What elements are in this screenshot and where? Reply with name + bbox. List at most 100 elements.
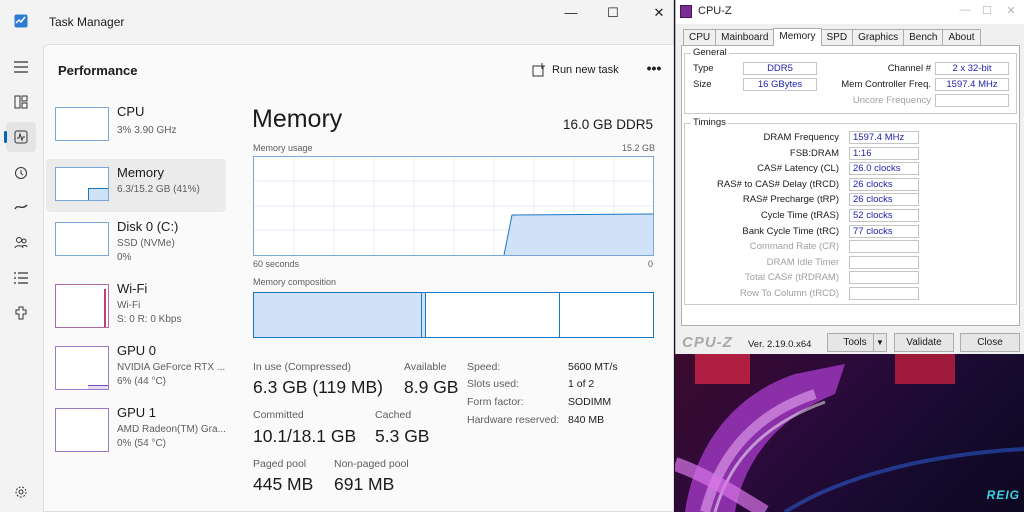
cpuz-tab-bar: CPU Mainboard Memory SPD Graphics Bench … — [683, 28, 981, 46]
committed-label: Committed — [253, 409, 304, 421]
details-icon[interactable] — [6, 263, 36, 293]
device-name: Disk 0 (C:) — [117, 219, 179, 234]
memory-composition-label: Memory composition — [253, 277, 337, 287]
cpuz-maximize-button[interactable]: ☐ — [976, 4, 998, 17]
close-button[interactable]: Close — [960, 333, 1020, 352]
hardware-reserved-value: 840 MB — [568, 414, 605, 426]
run-new-task-button[interactable]: Run new task — [532, 59, 619, 81]
gpu0-thumbnail-graph — [55, 346, 109, 390]
channel-label: Channel # — [887, 63, 931, 74]
services-icon[interactable] — [6, 298, 36, 328]
device-name: CPU — [117, 104, 145, 119]
device-detail: 0% — [117, 252, 132, 263]
tab-graphics[interactable]: Graphics — [852, 29, 905, 46]
device-detail: 3% 3.90 GHz — [117, 125, 177, 136]
timing-label: DRAM Frequency — [763, 132, 840, 143]
size-value: 16 GBytes — [743, 78, 817, 91]
timing-value: 52 clocks — [849, 209, 919, 222]
cpuz-window: CPU-Z — ☐ ✕ CPU Mainboard Memory SPD Gra… — [675, 0, 1024, 354]
size-label: Size — [693, 79, 712, 90]
tools-dropdown-icon[interactable]: ▼ — [873, 333, 887, 352]
device-name: Memory — [117, 165, 164, 180]
timing-value — [849, 271, 919, 285]
memory-thumbnail-graph — [55, 167, 109, 201]
device-item-wifi[interactable]: Wi-Fi Wi-Fi S: 0 R: 0 Kbps — [46, 274, 226, 336]
timing-value — [849, 287, 919, 300]
settings-icon[interactable] — [6, 477, 36, 507]
timing-label: CAS# Latency (CL) — [757, 163, 839, 175]
cpuz-window-title: CPU-Z — [698, 5, 732, 17]
in-use-label: In use (Compressed) — [253, 361, 352, 373]
general-group: General Type DDR5 Size 16 GBytes Channel… — [684, 47, 1017, 114]
processes-icon[interactable] — [6, 87, 36, 117]
task-manager-window: Task Manager — ☐ ✕ Performance Run new t… — [0, 0, 674, 512]
composition-in-use — [254, 293, 422, 337]
app-history-icon[interactable] — [6, 158, 36, 188]
memory-composition-bar[interactable] — [253, 292, 654, 338]
speed-value: 5600 MT/s — [568, 361, 618, 373]
disk-thumbnail-graph — [55, 222, 109, 256]
timing-value: 1597.4 MHz — [849, 131, 919, 144]
device-item-memory[interactable]: Memory 6.3/15.2 GB (41%) — [46, 159, 226, 212]
users-icon[interactable] — [6, 227, 36, 257]
device-list: CPU 3% 3.90 GHz Memory 6.3/15.2 GB (41%)… — [46, 97, 228, 460]
uncore-frequency-label: Uncore Frequency — [852, 95, 931, 106]
tab-bench[interactable]: Bench — [903, 29, 944, 46]
mem-controller-freq-value: 1597.4 MHz — [935, 78, 1009, 91]
validate-button[interactable]: Validate — [894, 333, 954, 352]
timing-label: DRAM Idle Timer — [766, 256, 839, 268]
cpuz-title-bar[interactable]: CPU-Z — ☐ ✕ — [676, 0, 1024, 24]
channel-value: 2 x 32-bit — [935, 62, 1009, 75]
cached-label: Cached — [375, 409, 412, 421]
device-detail: 6.3/15.2 GB (41%) — [117, 184, 200, 195]
performance-panel: Performance Run new task ••• CPU 3% 3.90… — [43, 44, 674, 512]
tab-about[interactable]: About — [942, 29, 981, 46]
task-manager-app-icon — [14, 14, 28, 28]
title-bar[interactable]: Task Manager — ☐ ✕ — [0, 0, 674, 44]
device-item-gpu1[interactable]: GPU 1 AMD Radeon(TM) Gra... 0% (54 °C) — [46, 398, 226, 460]
cached-value: 5.3 GB — [375, 426, 430, 446]
timing-label: Row To Column (tRCD) — [739, 288, 839, 299]
timing-label: Total CAS# (tRDRAM) — [745, 272, 839, 284]
hamburger-icon[interactable] — [6, 52, 36, 82]
memory-title: Memory — [252, 105, 343, 133]
device-item-gpu0[interactable]: GPU 0 NVIDIA GeForce RTX ... 6% (44 °C) — [46, 336, 226, 398]
minimize-button[interactable]: — — [548, 4, 594, 22]
cpu-thumbnail-graph — [55, 107, 109, 141]
wallpaper-logo-text: REIG — [986, 488, 1020, 502]
time-axis-start: 60 seconds — [253, 259, 300, 269]
memory-usage-graph — [253, 156, 654, 256]
tab-mainboard[interactable]: Mainboard — [715, 29, 775, 46]
cpuz-app-icon — [680, 5, 692, 18]
uncore-frequency-value — [935, 94, 1009, 107]
gpu1-thumbnail-graph — [55, 408, 109, 452]
window-title: Task Manager — [49, 15, 125, 29]
timing-label: Cycle Time (tRAS) — [760, 210, 839, 221]
mem-controller-freq-label: Mem Controller Freq. — [841, 79, 931, 90]
more-options-button[interactable]: ••• — [642, 59, 666, 81]
timing-value: 1:16 — [849, 146, 919, 160]
cpuz-minimize-button[interactable]: — — [954, 4, 976, 16]
timing-label: RAS# Precharge (tRP) — [742, 194, 839, 206]
hardware-reserved-label: Hardware reserved: — [467, 414, 560, 426]
device-name: GPU 1 — [117, 405, 157, 420]
maximize-button[interactable]: ☐ — [590, 4, 636, 22]
performance-icon[interactable] — [4, 122, 36, 152]
device-item-disk[interactable]: Disk 0 (C:) SSD (NVMe) 0% — [46, 212, 226, 274]
tab-cpu[interactable]: CPU — [683, 29, 717, 46]
in-use-value: 6.3 GB (119 MB) — [253, 377, 384, 397]
timing-label: FSB:DRAM — [789, 147, 839, 159]
committed-value: 10.1/18.1 GB — [253, 426, 357, 446]
tab-spd[interactable]: SPD — [820, 29, 854, 46]
timing-value — [849, 255, 919, 269]
startup-apps-icon[interactable] — [6, 192, 36, 222]
paged-pool-value: 445 MB — [253, 474, 314, 494]
device-item-cpu[interactable]: CPU 3% 3.90 GHz — [46, 97, 226, 159]
timing-label: RAS# to CAS# Delay (tRCD) — [717, 178, 839, 190]
desktop-wallpaper: REIG — [675, 354, 1024, 512]
wifi-thumbnail-graph — [55, 284, 109, 328]
tab-memory[interactable]: Memory — [773, 28, 822, 46]
device-detail: Wi-Fi — [117, 300, 141, 311]
cpuz-close-button[interactable]: ✕ — [1000, 4, 1022, 17]
general-group-title: General — [691, 47, 729, 58]
